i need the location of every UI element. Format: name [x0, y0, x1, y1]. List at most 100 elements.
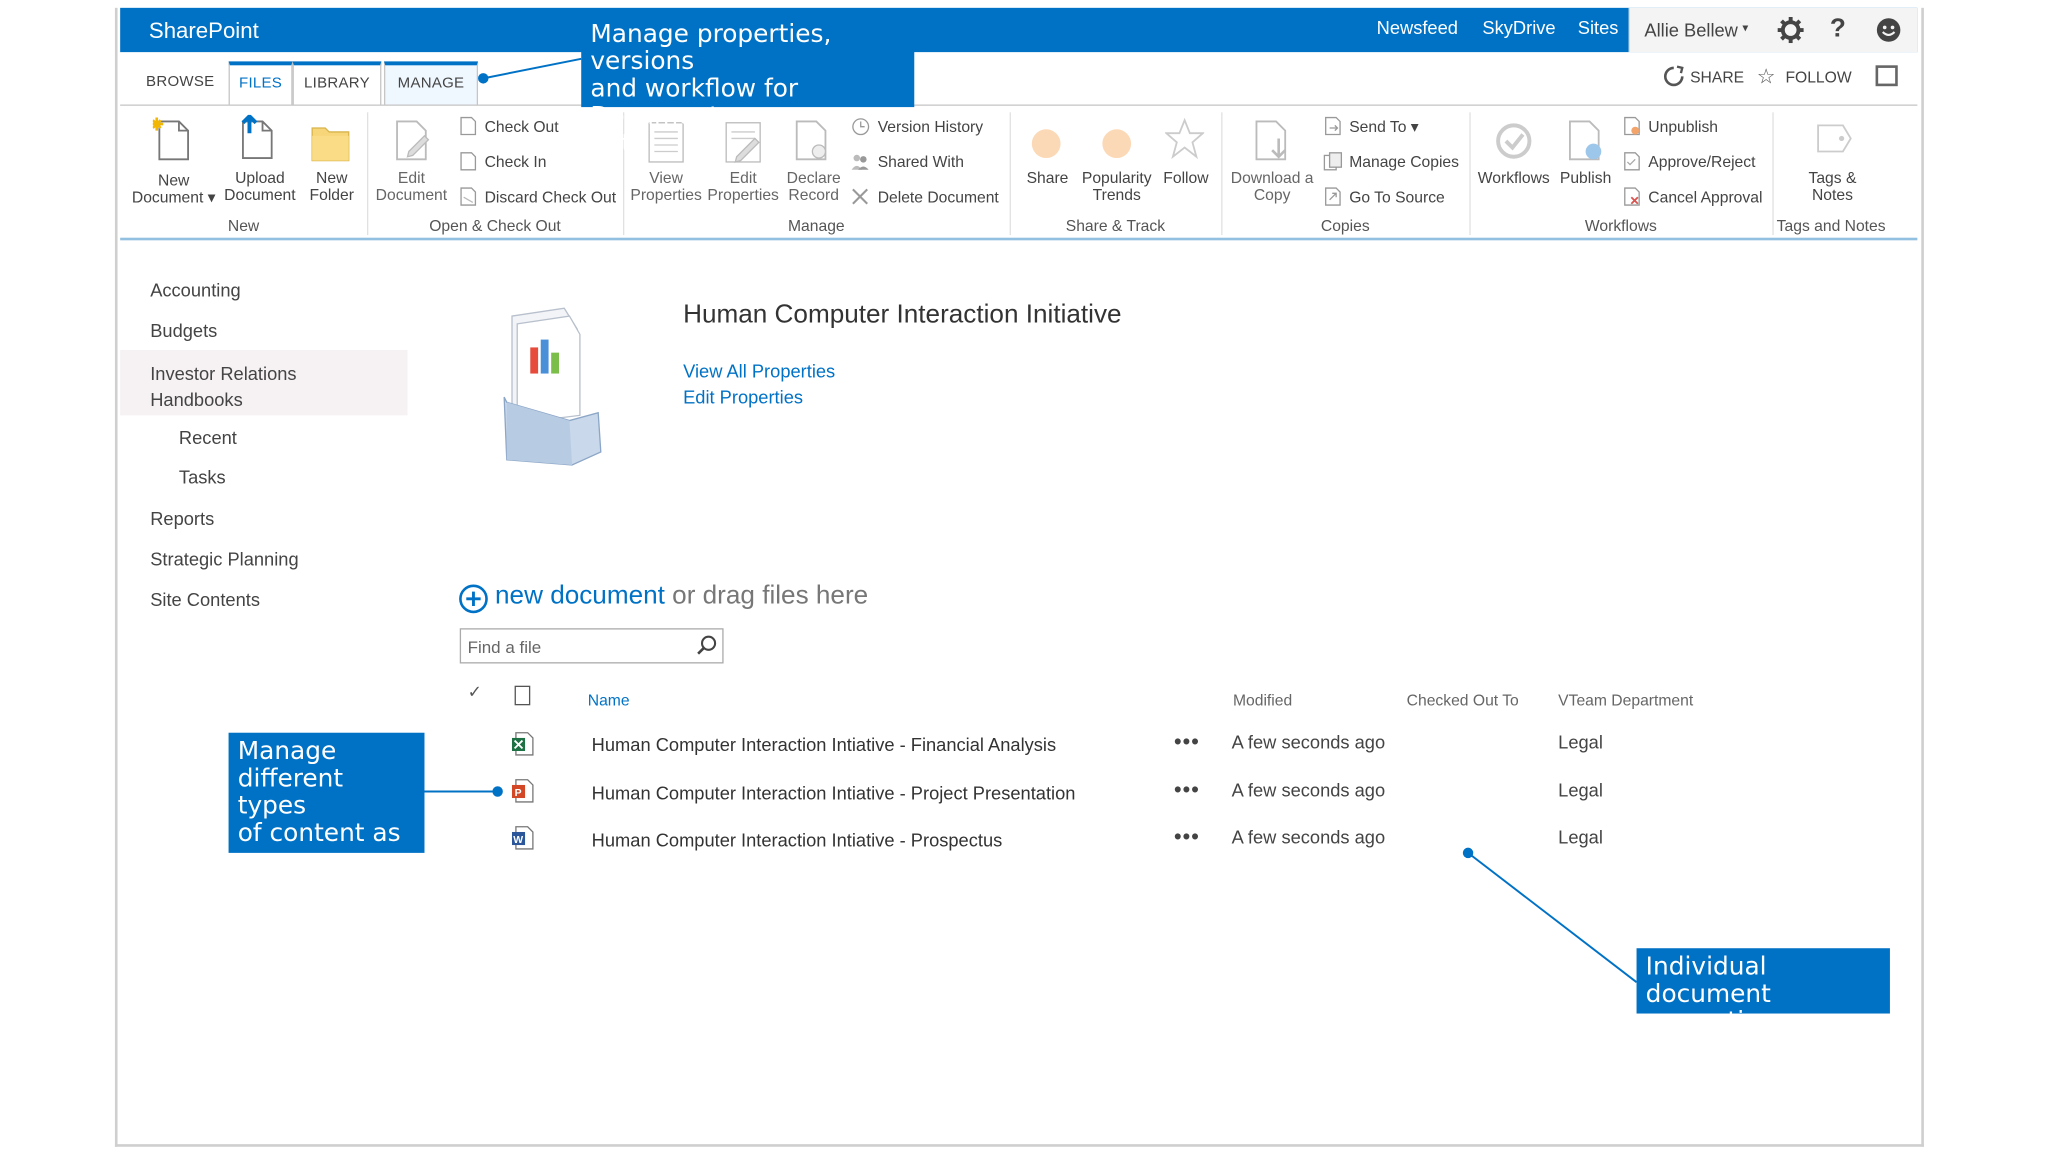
- delete-icon: [852, 188, 868, 205]
- group-label-open-check-out: Open & Check Out: [429, 216, 561, 236]
- share-button[interactable]: SHARE: [1690, 68, 1744, 86]
- new-document-button[interactable]: New Document ▾: [131, 172, 217, 206]
- user-menu[interactable]: Allie Bellew: [1644, 20, 1738, 41]
- follow-star-icon: [1165, 117, 1205, 160]
- send-to-button[interactable]: Send To ▾: [1349, 118, 1418, 136]
- callout-content-types: Manage different types of content as a u…: [228, 732, 425, 902]
- nav-item-site-contents[interactable]: Site Contents: [150, 589, 260, 610]
- follow-button[interactable]: FOLLOW: [1785, 68, 1851, 86]
- nav-item-reports[interactable]: Reports: [150, 508, 214, 529]
- group-label-copies: Copies: [1320, 216, 1370, 236]
- group-label-new: New: [227, 216, 260, 236]
- publish-icon: [1569, 120, 1602, 161]
- new-document-upload-area[interactable]: new document or drag files here: [495, 581, 868, 611]
- workflows-button[interactable]: Workflows: [1473, 169, 1554, 187]
- view-props-label-line2: Properties: [630, 185, 702, 204]
- popularity-label-line1: Popularity: [1081, 168, 1152, 187]
- plus-circle-icon[interactable]: [458, 584, 488, 614]
- callout-bottom-line2: properties: [1645, 1007, 1773, 1036]
- tab-browse[interactable]: BROWSE: [141, 63, 219, 105]
- select-all-checkmark[interactable]: ✓: [468, 682, 482, 703]
- callout-left-line2: different types: [237, 764, 344, 821]
- row-ellipsis-menu[interactable]: •••: [1174, 731, 1200, 755]
- tags-notes-icon: [1817, 124, 1852, 153]
- nav-item-strategic-planning[interactable]: Strategic Planning: [150, 549, 298, 570]
- popularity-trends-icon: [1102, 129, 1132, 159]
- row-ellipsis-menu[interactable]: •••: [1174, 780, 1200, 804]
- focus-on-content-icon[interactable]: [1875, 65, 1898, 87]
- check-out-button[interactable]: Check Out: [485, 118, 559, 136]
- edit-document-button[interactable]: Edit Document: [374, 168, 450, 204]
- discard-check-out-icon: [460, 187, 477, 206]
- column-header-name[interactable]: Name: [588, 691, 630, 709]
- tab-manage[interactable]: MANAGE: [383, 61, 479, 106]
- workflows-icon: [1496, 123, 1532, 159]
- go-to-source-button[interactable]: Go To Source: [1349, 188, 1445, 206]
- drag-files-hint: or drag files here: [664, 581, 869, 610]
- suite-link-sites[interactable]: Sites: [1578, 17, 1619, 38]
- delete-document-button[interactable]: Delete Document: [878, 188, 999, 206]
- excel-file-icon: [511, 732, 534, 756]
- help-icon[interactable]: ?: [1830, 14, 1846, 44]
- share-document-button[interactable]: Share: [1021, 169, 1073, 187]
- publish-button[interactable]: Publish: [1557, 169, 1614, 187]
- popularity-label-line2: Trends: [1092, 185, 1141, 204]
- star-icon[interactable]: ☆: [1757, 64, 1776, 90]
- cancel-approval-button[interactable]: Cancel Approval: [1648, 188, 1762, 206]
- nav-item-budgets[interactable]: Budgets: [150, 320, 217, 341]
- declare-record-label-line1: Declare: [786, 168, 841, 187]
- edit-properties-link[interactable]: Edit Properties: [683, 387, 803, 408]
- tab-files[interactable]: FILES: [228, 61, 293, 106]
- callout-top-line3: Set: [590, 129, 632, 159]
- group-label-workflows: Workflows: [1584, 216, 1657, 236]
- declare-record-button[interactable]: Declare Record: [784, 168, 844, 204]
- download-copy-button[interactable]: Download a Copy: [1228, 169, 1317, 204]
- callout-top-line2: and workflow for Document: [590, 74, 799, 131]
- view-properties-button[interactable]: View Properties: [630, 168, 703, 204]
- edit-properties-button[interactable]: Edit Properties: [707, 169, 780, 204]
- column-header-modified[interactable]: Modified: [1233, 691, 1292, 709]
- tags-notes-button[interactable]: Tags & Notes: [1800, 169, 1865, 204]
- edit-doc-label-line1: Edit: [397, 168, 425, 187]
- nav-item-investor-relations-handbooks[interactable]: Investor Relations Handbooks: [150, 360, 296, 412]
- check-in-button[interactable]: Check In: [485, 153, 547, 171]
- nav-item-recent[interactable]: Recent: [179, 427, 237, 448]
- gear-icon[interactable]: [1777, 16, 1804, 44]
- tab-library[interactable]: LIBRARY: [292, 61, 382, 106]
- callout-bottom-line1: Individual document: [1645, 952, 1771, 1009]
- suite-link-newsfeed[interactable]: Newsfeed: [1377, 17, 1458, 38]
- brand-link[interactable]: SharePoint: [149, 18, 259, 44]
- suite-link-skydrive[interactable]: SkyDrive: [1482, 17, 1555, 38]
- callout-left-line1: Manage: [237, 736, 337, 766]
- table-row-name[interactable]: Human Computer Interaction Intiative - P…: [592, 782, 1076, 803]
- nav-selected-line2: Handbooks: [150, 389, 243, 411]
- search-icon[interactable]: [696, 635, 717, 656]
- discard-check-out-button[interactable]: Discard Check Out: [485, 188, 617, 206]
- approve-reject-button[interactable]: Approve/Reject: [1648, 153, 1755, 171]
- new-folder-button[interactable]: New Folder: [306, 168, 358, 204]
- unpublish-icon: [1624, 116, 1640, 136]
- callout-document-set-manage: Manage properties, versions and workflow…: [581, 15, 915, 157]
- upload-document-button[interactable]: Upload Document: [222, 169, 298, 204]
- popularity-trends-button[interactable]: Popularity Trends: [1079, 168, 1155, 204]
- column-header-checked-out-to[interactable]: Checked Out To: [1407, 691, 1519, 709]
- document-set-icon: [503, 307, 602, 466]
- new-folder-label-line1: New: [316, 168, 348, 187]
- nav-item-tasks[interactable]: Tasks: [179, 466, 226, 487]
- unpublish-button[interactable]: Unpublish: [1648, 118, 1718, 136]
- column-header-department[interactable]: VTeam Department: [1558, 691, 1693, 709]
- smiley-feedback-icon[interactable]: [1876, 17, 1902, 43]
- manage-copies-button[interactable]: Manage Copies: [1349, 153, 1459, 171]
- share-icon[interactable]: [1663, 65, 1685, 87]
- row-ellipsis-menu[interactable]: •••: [1174, 827, 1200, 851]
- view-props-label-line1: View: [649, 168, 683, 187]
- nav-item-accounting[interactable]: Accounting: [150, 280, 240, 301]
- table-row-modified: A few seconds ago: [1231, 826, 1386, 848]
- new-document-link[interactable]: new document: [495, 581, 665, 610]
- follow-document-button[interactable]: Follow: [1159, 169, 1214, 187]
- table-row-name[interactable]: Human Computer Interaction Intiative - P…: [592, 829, 1003, 850]
- view-all-properties-link[interactable]: View All Properties: [683, 360, 835, 381]
- table-row-name[interactable]: Human Computer Interaction Intiative - F…: [592, 734, 1056, 755]
- edit-doc-label-line2: Document: [375, 185, 448, 204]
- table-row-modified: A few seconds ago: [1231, 779, 1386, 801]
